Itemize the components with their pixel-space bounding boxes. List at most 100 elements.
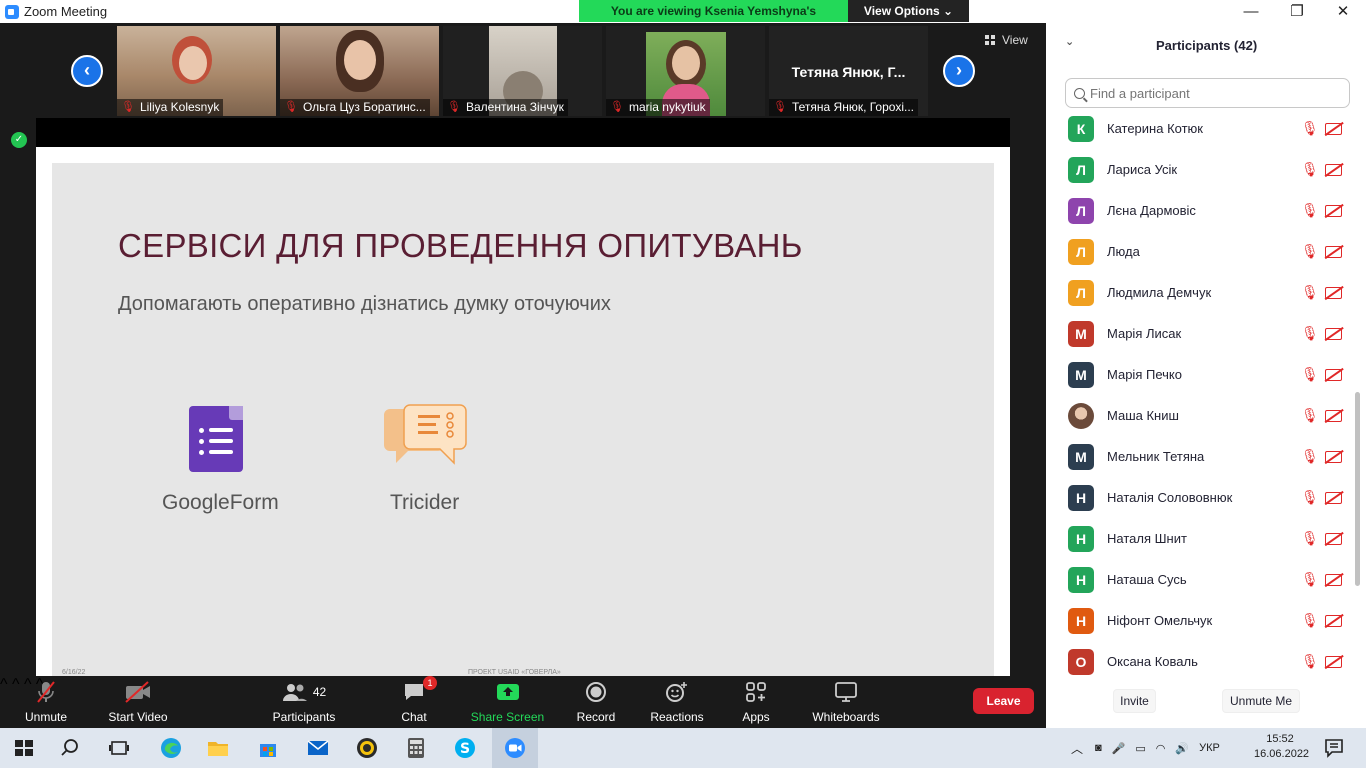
zoom-taskbar-active[interactable]	[492, 728, 538, 768]
participant-name: Лєна Дармовіс	[1107, 203, 1196, 218]
tile-name: 🎙 maria nykytiuk	[606, 99, 710, 116]
video-off-icon	[1325, 368, 1342, 381]
video-off-icon	[1325, 614, 1342, 627]
invite-button[interactable]: Invite	[1113, 689, 1156, 713]
camera-tray-icon[interactable]: ◙	[1095, 742, 1102, 754]
participant-row[interactable]: М Мельник Тетяна 🎙	[1046, 436, 1356, 477]
tricider-icon	[384, 404, 467, 465]
system-tray: ︿ ◙ 🎤 ▭ ◠ 🔊 УКР	[1071, 728, 1220, 768]
file-explorer-icon[interactable]	[206, 736, 230, 760]
gallery-prev-button[interactable]: ‹	[71, 55, 103, 87]
video-off-icon	[1325, 573, 1342, 586]
reactions-button[interactable]: Reactions	[648, 680, 706, 724]
slide-footer-date: 6/16/22	[62, 669, 86, 676]
participants-button[interactable]: 42 Participants	[270, 680, 338, 724]
participant-row[interactable]: Л Лариса Усік 🎙	[1046, 149, 1356, 190]
video-tile[interactable]: 🎙 maria nykytiuk	[606, 26, 765, 116]
participant-row[interactable]: Л Люда 🎙	[1046, 231, 1356, 272]
microphone-tray-icon[interactable]: 🎤	[1112, 742, 1126, 755]
share-screen-button[interactable]: Share Screen	[470, 680, 545, 724]
task-view-icon[interactable]	[107, 736, 131, 760]
browser-icon[interactable]	[355, 736, 379, 760]
view-options-button[interactable]: View Options ⌄	[848, 0, 969, 22]
shared-screen: СЕРВІСИ ДЛЯ ПРОВЕДЕННЯ ОПИТУВАНЬ Допомаг…	[36, 118, 1010, 676]
store-icon[interactable]	[256, 736, 280, 760]
video-tile[interactable]: Тетяна Янюк, Г... 🎙 Тетяна Янюк, Горохі..…	[769, 26, 928, 116]
unmute-button[interactable]: Unmute	[18, 680, 74, 724]
close-icon[interactable]: ✕	[1320, 0, 1366, 23]
chevron-up-icon[interactable]: ︿	[1071, 740, 1083, 757]
view-button[interactable]: View	[985, 33, 1028, 47]
unmute-me-button[interactable]: Unmute Me	[1222, 689, 1300, 713]
participant-row[interactable]: О Оксана Коваль 🎙	[1046, 641, 1356, 678]
presentation-slide: СЕРВІСИ ДЛЯ ПРОВЕДЕННЯ ОПИТУВАНЬ Допомаг…	[52, 163, 994, 676]
calculator-icon[interactable]	[404, 736, 428, 760]
muted-mic-icon: 🎙	[1301, 407, 1319, 423]
participant-row[interactable]: К Катерина Котюк 🎙	[1046, 108, 1356, 149]
participant-row[interactable]: Н Ніфонт Омельчук 🎙	[1046, 600, 1356, 641]
zoom-logo-icon	[5, 4, 19, 19]
video-off-icon	[1325, 163, 1342, 176]
muted-mic-icon: 🎙	[447, 101, 461, 113]
participant-name: Людмила Демчук	[1107, 285, 1212, 300]
restore-icon[interactable]: ❐	[1274, 0, 1320, 23]
muted-mic-icon: 🎙	[1301, 120, 1319, 136]
avatar: Н	[1068, 484, 1094, 511]
edge-browser-icon[interactable]	[159, 736, 183, 760]
mail-icon[interactable]	[306, 736, 330, 760]
participant-name: Маша Книш	[1107, 408, 1179, 423]
wifi-icon[interactable]: ◠	[1156, 742, 1166, 755]
avatar: К	[1068, 115, 1094, 142]
apps-button[interactable]: Apps	[738, 680, 774, 724]
participant-row[interactable]: М Марія Лисак 🎙	[1046, 313, 1356, 354]
audio-options-caret[interactable]: ^	[0, 676, 8, 693]
minimize-icon[interactable]: —	[1228, 0, 1274, 23]
grid-icon	[985, 35, 996, 45]
skype-icon[interactable]: S	[453, 736, 477, 760]
participant-name: Люда	[1107, 244, 1140, 259]
participant-row[interactable]: Н Наталія Солововнюк 🎙	[1046, 477, 1356, 518]
video-tile[interactable]: 🎙 Liliya Kolesnyk	[117, 26, 276, 116]
start-video-button[interactable]: Start Video	[106, 680, 170, 724]
muted-mic-icon: 🎙	[1301, 161, 1319, 177]
participant-row[interactable]: Л Людмила Демчук 🎙	[1046, 272, 1356, 313]
participant-search-input[interactable]	[1090, 85, 1330, 101]
volume-icon[interactable]: 🔊	[1175, 742, 1189, 755]
participant-row[interactable]: Н Наталя Шнит 🎙	[1046, 518, 1356, 559]
record-button[interactable]: Record	[574, 680, 618, 724]
svg-text:S: S	[460, 741, 470, 757]
video-tile[interactable]: 🎙 Ольга Цуз Боратинс...	[280, 26, 439, 116]
tile-name: 🎙 Валентина Зінчук	[443, 99, 568, 116]
participant-row[interactable]: Л Лєна Дармовіс 🎙	[1046, 190, 1356, 231]
chat-button[interactable]: 1 Chat	[398, 676, 437, 724]
participant-list-scrollbar[interactable]	[1355, 392, 1360, 586]
participant-list: К Катерина Котюк 🎙 Л Лариса Усік 🎙 Л Лєна Дармо…	[1046, 108, 1356, 678]
search-icon[interactable]	[60, 736, 84, 760]
leave-button[interactable]: Leave	[973, 688, 1034, 714]
chevron-down-icon[interactable]: ⌄	[1065, 35, 1074, 48]
participant-name: Оксана Коваль	[1107, 654, 1198, 669]
avatar: Н	[1068, 525, 1094, 552]
battery-icon[interactable]: ▭	[1135, 742, 1145, 755]
participant-row[interactable]: Н Наташа Сусь 🎙	[1046, 559, 1356, 600]
muted-mic-icon: 🎙	[1301, 284, 1319, 300]
windows-start-icon[interactable]	[12, 736, 36, 760]
video-tile[interactable]: 🎙 Валентина Зінчук	[443, 26, 602, 116]
notifications-icon[interactable]	[1322, 736, 1346, 760]
search-icon	[1074, 87, 1085, 99]
meeting-area: ‹ 🎙 Liliya Kolesnyk 🎙 Ольга Цуз Боратинс..…	[0, 23, 1046, 676]
muted-mic-icon: 🎙	[1301, 653, 1319, 669]
participant-search[interactable]	[1065, 78, 1350, 108]
participant-row[interactable]: Маша Книш 🎙	[1046, 395, 1356, 436]
video-off-icon	[1325, 450, 1342, 463]
muted-mic-icon: 🎙	[773, 101, 787, 113]
taskbar-clock[interactable]: 15:52 16.06.2022	[1254, 732, 1309, 762]
keyboard-language[interactable]: УКР	[1199, 742, 1220, 754]
participant-row[interactable]: М Марія Печко 🎙	[1046, 354, 1356, 395]
avatar	[1068, 402, 1094, 429]
participants-count: 42	[312, 685, 327, 699]
muted-mic-icon: 🎙	[1301, 366, 1319, 382]
whiteboards-button[interactable]: Whiteboards	[806, 680, 886, 724]
security-shield-icon[interactable]: ✓	[11, 132, 27, 148]
gallery-next-button[interactable]: ›	[943, 55, 975, 87]
